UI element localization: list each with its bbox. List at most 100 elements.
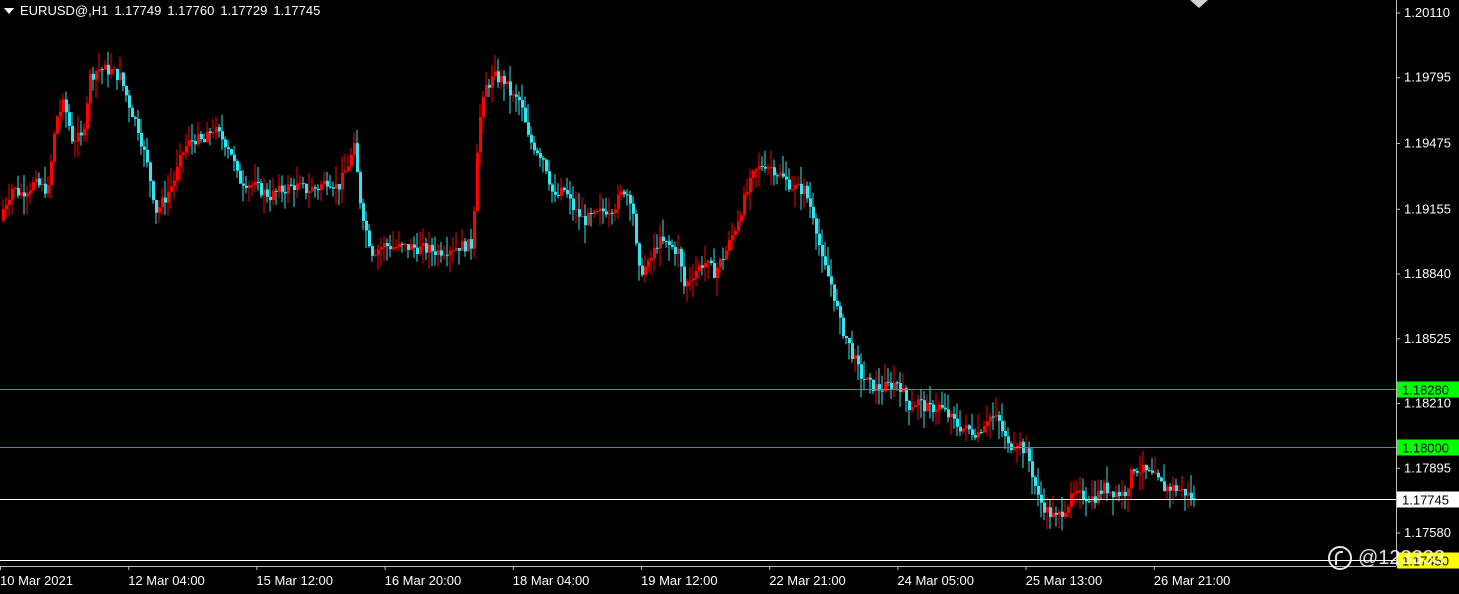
candle-body [320,184,323,191]
candle-body [11,188,14,200]
candle-body [1010,443,1013,451]
candle-body [926,402,929,412]
candle-body [296,183,299,191]
candle-body [977,432,980,438]
chevron-down-icon[interactable] [4,7,14,14]
candle-body [1034,477,1037,486]
x-tick-label: 15 Mar 12:00 [256,573,333,588]
candle-body [668,241,671,245]
candle-body [362,203,365,221]
candle-body [752,170,755,178]
x-tick-label: 22 Mar 21:00 [769,573,846,588]
candle-body [737,221,740,232]
candle-body [32,182,35,191]
candle-body [1145,464,1148,471]
candle-body [1088,501,1091,503]
candlestick-chart[interactable]: 1.20110 1.19795 1.19475 1.19155 1.18840 1.185… [0,0,1459,594]
candle-body [647,260,650,267]
candle-body [1082,490,1085,500]
candle-body [614,209,617,214]
y-tick-label: 1.17895 [1404,460,1451,475]
candle-body [149,162,152,182]
candle-body [1055,512,1058,515]
candle-body [1166,486,1169,492]
candle-body [896,382,899,384]
candle-body [359,172,362,204]
candle-body [230,149,233,155]
candle-body [983,426,986,433]
candle-body [965,425,968,429]
candle-body [404,244,407,246]
candle-body [572,198,575,211]
candle-body [767,167,770,169]
candle-body [932,404,935,413]
candle-body [524,107,527,123]
x-tick-label: 24 Mar 05:00 [897,573,974,588]
candle-body [683,266,686,287]
candle-body [1142,464,1145,473]
candle-body [284,191,287,194]
candle-body [191,140,194,142]
candle-body [131,107,134,118]
candle-body [8,199,11,205]
candle-body [1121,491,1124,497]
candle-body [347,166,350,171]
candle-body [596,210,599,212]
candle-body [725,250,728,260]
candle-body [257,181,260,184]
candle-body [197,133,200,145]
y-tick-label: 1.19795 [1404,70,1451,85]
candle-body [242,183,245,186]
candle-body [143,146,146,150]
candle-body [164,197,167,203]
candle-body [959,426,962,432]
candle-body [719,258,722,268]
candle-body [74,141,77,143]
candle-body [365,220,368,231]
candle-body [203,139,206,143]
candle-body [146,149,149,163]
candle-body [638,243,641,266]
candle-body [695,271,698,279]
candle-body [740,215,743,222]
candle-body [1187,492,1190,496]
x-tick-label: 26 Mar 21:00 [1154,573,1231,588]
candle-body [398,243,401,248]
candle-body [770,167,773,169]
chart-header: EURUSD@,H1 1.17749 1.17760 1.17729 1.177… [4,3,320,18]
candle-body [335,183,338,189]
candle-body [662,236,665,242]
candle-body [635,213,638,244]
scroll-marker-icon[interactable] [1190,0,1208,8]
candle-body [107,64,110,75]
candle-body [1118,492,1121,497]
candle-body [1154,472,1157,474]
candle-body [539,153,542,158]
x-tick-label: 25 Mar 13:00 [1026,573,1103,588]
candle-body [497,71,500,83]
candle-body [968,425,971,430]
candle-body [722,258,725,260]
candle-body [1037,485,1040,495]
candle-body [44,183,47,194]
candle-body [473,210,476,249]
candle-body [314,187,317,189]
candle-body [422,243,425,247]
candle-body [728,239,731,251]
candle-body [560,187,563,196]
candle-body [1112,491,1115,498]
low-value: 1.17729 [220,3,268,18]
candle-body [1001,420,1004,432]
candle-body [911,407,914,411]
candle-body [860,364,863,379]
candle-body [692,278,695,281]
candle-body [368,230,371,247]
candle-body [239,170,242,184]
candle-body [1100,490,1103,494]
open-value: 1.17749 [114,3,162,18]
candle-body [185,145,188,153]
candle-body [716,267,719,278]
candle-body [332,187,335,189]
candle-body [245,185,248,189]
chart-area[interactable]: 1.20110 1.19795 1.19475 1.19155 1.18840 1.185… [0,0,1459,594]
